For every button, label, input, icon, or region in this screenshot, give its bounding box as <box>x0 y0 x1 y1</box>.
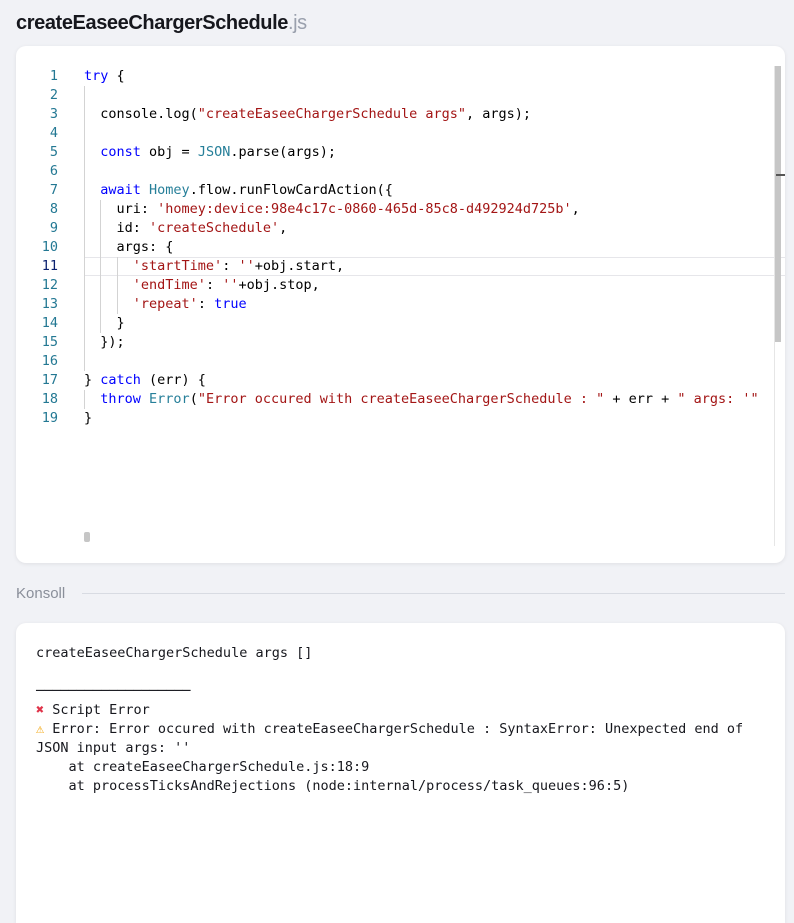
line-number: 4 <box>49 125 58 141</box>
line-number: 1 <box>49 68 58 84</box>
code-line[interactable]: 5 const obj = JSON.parse(args); <box>16 143 773 162</box>
indent-guide <box>116 257 118 314</box>
code-text[interactable]: try { <box>84 67 125 86</box>
overview-ruler-cursor-mark <box>776 174 785 176</box>
code-line[interactable]: 18 throw Error("Error occured with creat… <box>16 390 773 409</box>
warning-icon: ⚠ <box>36 721 45 737</box>
code-line[interactable]: 13 'repeat': true <box>16 295 773 314</box>
code-line[interactable]: 8 uri: 'homey:device:98e4c17c-0860-465d-… <box>16 200 773 219</box>
editor-vertical-scrollbar[interactable] <box>775 66 781 342</box>
line-number: 9 <box>49 220 58 236</box>
line-number: 16 <box>41 353 58 369</box>
code-text[interactable]: throw Error("Error occured with createEa… <box>84 390 758 409</box>
line-number: 17 <box>41 372 58 388</box>
line-number: 6 <box>49 163 58 179</box>
code-line[interactable]: 15 }); <box>16 333 773 352</box>
code-line[interactable]: 12 'endTime': ''+obj.stop, <box>16 276 773 295</box>
code-line[interactable]: 7 await Homey.flow.runFlowCardAction({ <box>16 181 773 200</box>
indent-guide <box>100 200 102 333</box>
line-number: 19 <box>41 410 58 426</box>
console-divider-line <box>82 592 785 594</box>
line-number: 11 <box>41 258 58 274</box>
console-separator: ─────────────────── <box>36 683 191 699</box>
line-number: 3 <box>49 106 58 122</box>
code-lines[interactable]: 1 try { 2 3 console.log("createEaseeCharger… <box>16 67 785 428</box>
code-line[interactable]: 19} <box>16 409 773 428</box>
code-text[interactable]: 'startTime': ''+obj.start, <box>84 257 344 276</box>
code-text[interactable]: await Homey.flow.runFlowCardAction({ <box>84 181 393 200</box>
code-text[interactable]: id: 'createSchedule', <box>84 219 288 238</box>
error-message-line: ⚠ Error: Error occured with createEaseeC… <box>36 720 765 758</box>
line-number: 12 <box>41 277 58 293</box>
indent-guide <box>84 390 85 409</box>
code-text[interactable]: } catch (err) { <box>84 371 206 390</box>
code-text[interactable]: uri: 'homey:device:98e4c17c-0860-465d-85… <box>84 200 580 219</box>
code-line[interactable]: 4 <box>16 124 773 143</box>
stack-trace-line: at processTicksAndRejections (node:inter… <box>36 778 630 794</box>
code-line[interactable]: 2 <box>16 86 773 105</box>
code-line[interactable]: 9 id: 'createSchedule', <box>16 219 773 238</box>
line-number: 18 <box>41 391 58 407</box>
code-text[interactable]: console.log("createEaseeChargerSchedule … <box>84 105 531 124</box>
editor-horizontal-scrollbar[interactable] <box>84 532 90 542</box>
code-text[interactable]: } <box>84 409 92 428</box>
file-name: createEaseeChargerSchedule <box>16 12 288 34</box>
file-extension: .js <box>287 12 307 34</box>
code-text[interactable]: args: { <box>84 238 174 257</box>
line-number: 14 <box>41 315 58 331</box>
console-output: createEaseeChargerSchedule args [] ─────… <box>36 644 765 796</box>
line-number: 8 <box>49 201 58 217</box>
code-line[interactable]: 3 console.log("createEaseeChargerSchedul… <box>16 105 773 124</box>
code-text[interactable]: }); <box>84 333 124 352</box>
indent-guide <box>84 86 85 371</box>
code-line[interactable]: 16 <box>16 352 773 371</box>
code-line[interactable]: 6 <box>16 162 773 181</box>
line-number: 2 <box>49 87 58 103</box>
code-text[interactable]: 'endTime': ''+obj.stop, <box>84 276 320 295</box>
line-number: 5 <box>49 144 58 160</box>
stack-trace-line: at createEaseeChargerSchedule.js:18:9 <box>36 759 370 775</box>
error-x-icon: ✖ <box>36 702 45 718</box>
script-error-title: Script Error <box>44 702 150 718</box>
line-number: 15 <box>41 334 58 350</box>
code-text[interactable]: } <box>84 314 125 333</box>
line-number: 7 <box>49 182 58 198</box>
error-message-text: Error: Error occured with createEaseeCha… <box>36 721 752 756</box>
code-line[interactable]: 1 try { <box>16 67 773 86</box>
code-editor[interactable]: 1 try { 2 3 console.log("createEaseeCharger… <box>16 46 785 563</box>
code-line[interactable]: 11 'startTime': ''+obj.start, <box>16 257 785 276</box>
console-panel: createEaseeChargerSchedule args [] ─────… <box>16 623 785 923</box>
code-text[interactable]: const obj = JSON.parse(args); <box>84 143 336 162</box>
code-line[interactable]: 10 args: { <box>16 238 773 257</box>
code-line[interactable]: 14 } <box>16 314 773 333</box>
code-text[interactable]: 'repeat': true <box>84 295 247 314</box>
script-error-line: ✖ Script Error <box>36 701 765 720</box>
code-line[interactable]: 17 } catch (err) { <box>16 371 773 390</box>
line-number: 10 <box>41 239 58 255</box>
console-log-line: createEaseeChargerSchedule args [] <box>36 645 313 661</box>
console-header: Konsoll <box>16 583 785 603</box>
line-number: 13 <box>41 296 58 312</box>
page-title: createEaseeChargerSchedule.js <box>16 12 307 35</box>
console-label: Konsoll <box>16 584 66 602</box>
